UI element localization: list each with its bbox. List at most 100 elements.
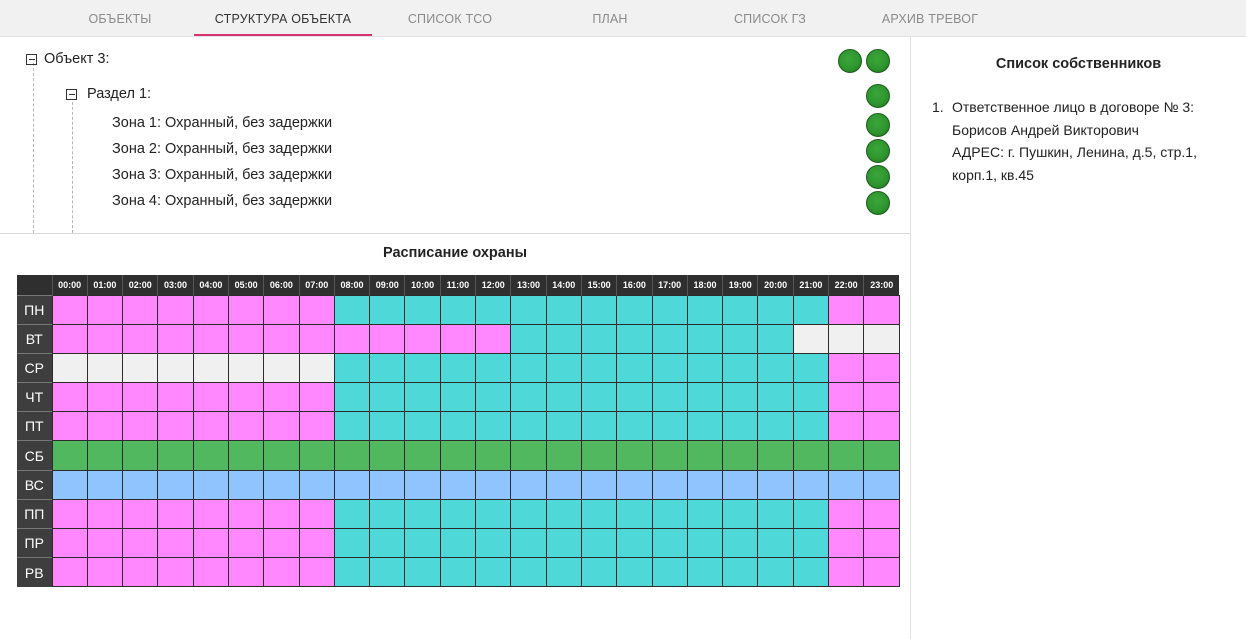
schedule-cell[interactable]: [510, 498, 547, 530]
schedule-cell[interactable]: [51, 382, 88, 413]
schedule-cell[interactable]: [757, 498, 794, 530]
schedule-cell[interactable]: [510, 469, 547, 500]
schedule-cell[interactable]: [651, 411, 688, 442]
schedule-cell[interactable]: [333, 352, 371, 384]
schedule-cell[interactable]: [86, 557, 124, 588]
schedule-cell[interactable]: [333, 323, 371, 354]
schedule-cell[interactable]: [122, 557, 159, 588]
schedule-cell[interactable]: [157, 469, 194, 500]
schedule-cell[interactable]: [828, 440, 865, 471]
schedule-cell[interactable]: [263, 323, 300, 354]
schedule-cell[interactable]: [545, 382, 582, 413]
schedule-cell[interactable]: [722, 382, 759, 413]
schedule-cell[interactable]: [828, 294, 865, 325]
schedule-cell[interactable]: [510, 440, 547, 471]
schedule-cell[interactable]: [439, 411, 477, 442]
schedule-cell[interactable]: [192, 352, 229, 384]
schedule-cell[interactable]: [333, 557, 371, 588]
tab-plan[interactable]: ПЛАН: [570, 0, 650, 36]
schedule-cell[interactable]: [792, 527, 830, 559]
schedule-cell[interactable]: [369, 352, 406, 384]
schedule-cell[interactable]: [122, 411, 159, 442]
schedule-cell[interactable]: [757, 323, 794, 354]
schedule-cell[interactable]: [828, 498, 865, 530]
schedule-cell[interactable]: [616, 323, 653, 354]
schedule-cell[interactable]: [227, 440, 265, 471]
schedule-cell[interactable]: [298, 527, 335, 559]
schedule-cell[interactable]: [580, 323, 618, 354]
schedule-cell[interactable]: [86, 440, 124, 471]
schedule-cell[interactable]: [686, 527, 724, 559]
schedule-cell[interactable]: [86, 294, 124, 325]
schedule-cell[interactable]: [792, 557, 830, 588]
schedule-cell[interactable]: [122, 323, 159, 354]
schedule-cell[interactable]: [651, 382, 688, 413]
schedule-cell[interactable]: [616, 352, 653, 384]
schedule-cell[interactable]: [51, 498, 88, 530]
schedule-cell[interactable]: [722, 557, 759, 588]
schedule-cell[interactable]: [863, 382, 900, 413]
schedule-cell[interactable]: [157, 440, 194, 471]
schedule-cell[interactable]: [475, 382, 512, 413]
schedule-cell[interactable]: [510, 294, 547, 325]
schedule-cell[interactable]: [122, 294, 159, 325]
schedule-cell[interactable]: [333, 440, 371, 471]
schedule-cell[interactable]: [475, 557, 512, 588]
schedule-cell[interactable]: [863, 440, 900, 471]
schedule-cell[interactable]: [192, 527, 229, 559]
schedule-cell[interactable]: [792, 382, 830, 413]
schedule-cell[interactable]: [828, 527, 865, 559]
schedule-cell[interactable]: [545, 440, 582, 471]
schedule-cell[interactable]: [122, 352, 159, 384]
schedule-cell[interactable]: [369, 382, 406, 413]
schedule-cell[interactable]: [439, 498, 477, 530]
schedule-cell[interactable]: [86, 469, 124, 500]
schedule-cell[interactable]: [792, 498, 830, 530]
schedule-cell[interactable]: [404, 294, 441, 325]
schedule-cell[interactable]: [651, 294, 688, 325]
schedule-cell[interactable]: [475, 411, 512, 442]
schedule-cell[interactable]: [510, 411, 547, 442]
schedule-cell[interactable]: [510, 557, 547, 588]
schedule-cell[interactable]: [792, 294, 830, 325]
schedule-cell[interactable]: [651, 323, 688, 354]
schedule-cell[interactable]: [686, 411, 724, 442]
schedule-cell[interactable]: [757, 294, 794, 325]
tab-alarm-archive[interactable]: АРХИВ ТРЕВОГ: [870, 0, 990, 36]
tree-zone-label[interactable]: Зона 2: Охранный, без задержки: [112, 141, 332, 157]
schedule-cell[interactable]: [192, 411, 229, 442]
schedule-cell[interactable]: [51, 557, 88, 588]
schedule-cell[interactable]: [51, 352, 88, 384]
schedule-cell[interactable]: [545, 557, 582, 588]
schedule-cell[interactable]: [192, 440, 229, 471]
collapse-section-toggle-icon[interactable]: [66, 89, 77, 100]
schedule-cell[interactable]: [580, 352, 618, 384]
schedule-cell[interactable]: [157, 527, 194, 559]
schedule-cell[interactable]: [404, 440, 441, 471]
schedule-cell[interactable]: [722, 440, 759, 471]
schedule-cell[interactable]: [227, 498, 265, 530]
schedule-cell[interactable]: [333, 527, 371, 559]
schedule-cell[interactable]: [545, 352, 582, 384]
schedule-cell[interactable]: [863, 352, 900, 384]
schedule-cell[interactable]: [157, 382, 194, 413]
schedule-cell[interactable]: [192, 294, 229, 325]
schedule-cell[interactable]: [475, 498, 512, 530]
schedule-cell[interactable]: [475, 440, 512, 471]
schedule-cell[interactable]: [580, 469, 618, 500]
schedule-cell[interactable]: [263, 469, 300, 500]
schedule-cell[interactable]: [333, 469, 371, 500]
schedule-cell[interactable]: [369, 498, 406, 530]
tree-zone-label[interactable]: Зона 3: Охранный, без задержки: [112, 167, 332, 183]
schedule-cell[interactable]: [404, 352, 441, 384]
schedule-cell[interactable]: [828, 411, 865, 442]
schedule-cell[interactable]: [192, 469, 229, 500]
schedule-cell[interactable]: [86, 323, 124, 354]
schedule-cell[interactable]: [263, 382, 300, 413]
schedule-cell[interactable]: [475, 469, 512, 500]
schedule-cell[interactable]: [651, 469, 688, 500]
schedule-cell[interactable]: [792, 440, 830, 471]
schedule-cell[interactable]: [404, 469, 441, 500]
schedule-cell[interactable]: [792, 469, 830, 500]
schedule-cell[interactable]: [369, 557, 406, 588]
